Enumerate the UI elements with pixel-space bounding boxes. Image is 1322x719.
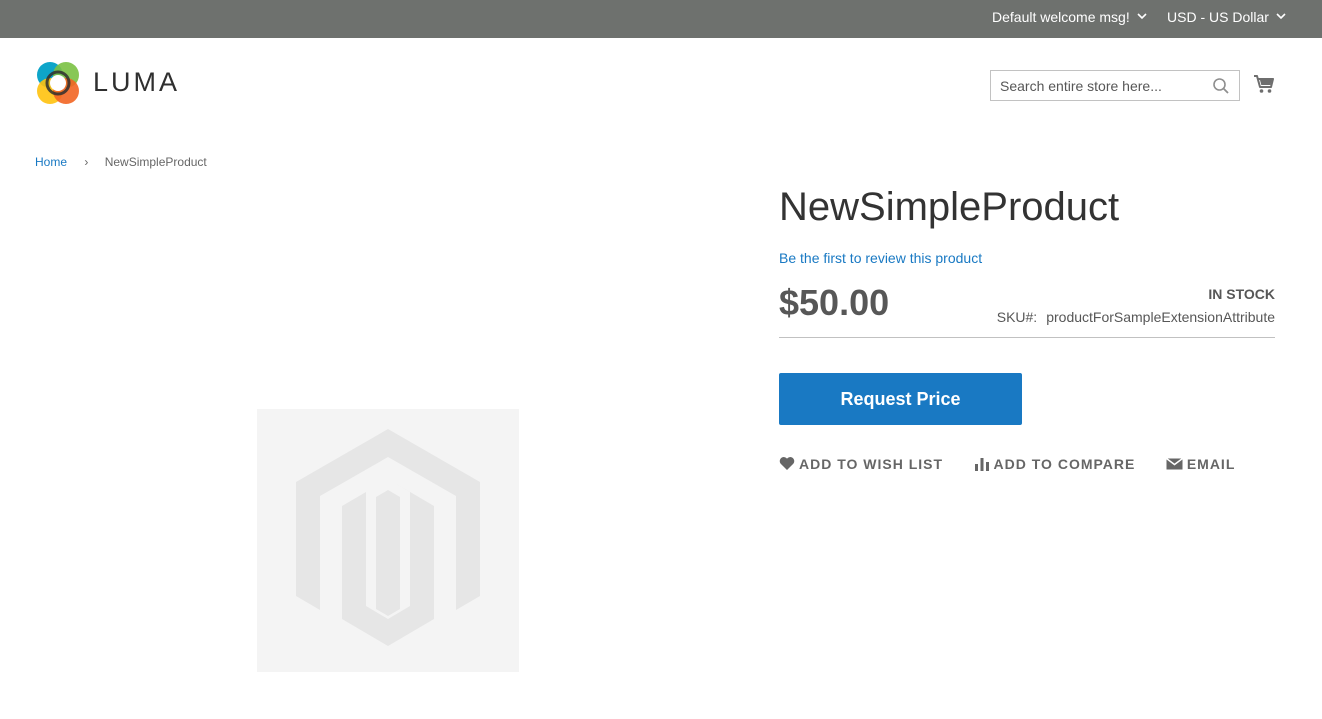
email-link[interactable]: Email	[1165, 456, 1236, 472]
envelope-icon	[1165, 457, 1183, 470]
luma-logo-icon[interactable]	[35, 60, 81, 106]
stock-status: In stock	[1208, 286, 1275, 302]
breadcrumb-current: NewSimpleProduct	[104, 155, 207, 169]
request-price-button[interactable]: Request Price	[779, 373, 1022, 425]
breadcrumb: Home › NewSimpleProduct	[35, 155, 207, 169]
sku-info: SKU#: productForSampleExtensionAttribute	[997, 309, 1275, 325]
currency-switcher[interactable]: USD - US Dollar	[1167, 9, 1286, 25]
sku-label: SKU#:	[996, 309, 1038, 325]
product-title: NewSimpleProduct	[779, 185, 1120, 229]
product-price: $50.00	[779, 282, 890, 323]
welcome-dropdown[interactable]: Default welcome msg!	[992, 9, 1147, 25]
divider	[779, 337, 1275, 338]
add-to-compare-link[interactable]: Add to Compare	[974, 456, 1136, 472]
chevron-down-icon	[1137, 13, 1147, 20]
top-bar: Default welcome msg! USD - US Dollar	[0, 0, 1322, 38]
cart-icon[interactable]	[1253, 73, 1275, 95]
add-to-wishlist-link[interactable]: Add to Wish List	[779, 456, 943, 472]
email-label: Email	[1186, 456, 1236, 472]
heart-icon	[779, 457, 795, 471]
logo-text[interactable]: LUMA	[93, 67, 180, 98]
search-icon[interactable]	[1212, 77, 1230, 95]
add-to-wishlist-label: Add to Wish List	[799, 456, 944, 472]
search-input[interactable]	[991, 71, 1201, 100]
magento-placeholder-icon	[296, 429, 480, 646]
search-box	[990, 70, 1240, 101]
breadcrumb-home-link[interactable]: Home	[35, 155, 67, 169]
sku-value: productForSampleExtensionAttribute	[1046, 309, 1275, 325]
chevron-down-icon	[1276, 13, 1286, 20]
currency-label: USD - US Dollar	[1167, 9, 1269, 25]
compare-icon	[974, 457, 989, 471]
welcome-message: Default welcome msg!	[992, 9, 1130, 25]
product-actions: Add to Wish List Add to Compare Email	[779, 456, 1261, 474]
product-image[interactable]	[257, 409, 519, 672]
review-link[interactable]: Be the first to review this product	[779, 250, 982, 266]
add-to-compare-label: Add to Compare	[993, 456, 1136, 472]
breadcrumb-separator: ›	[84, 155, 89, 169]
